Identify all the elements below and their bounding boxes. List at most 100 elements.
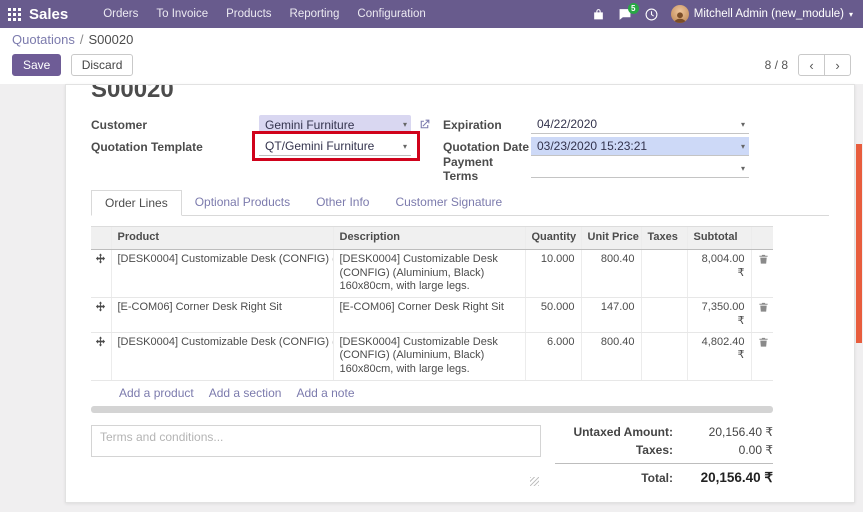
product-column-header[interactable]: Product [111, 227, 333, 250]
activity-clock-icon[interactable] [645, 8, 658, 21]
expiration-field[interactable]: 04/22/2020 ▾ [531, 115, 749, 134]
table-row[interactable]: [DESK0004] Customizable Desk (CONFIG) (A… [91, 249, 773, 297]
quotation-template-value: QT/Gemini Furniture [265, 139, 374, 153]
sheet-footer: Untaxed Amount: 20,156.40 ₹ Taxes: 0.00 … [91, 425, 829, 490]
add-product-link[interactable]: Add a product [119, 386, 194, 400]
quotation-template-field[interactable]: QT/Gemini Furniture ▾ [259, 137, 411, 156]
total-value: 20,156.40 ₹ [685, 470, 773, 486]
quantity-cell[interactable]: 10.000 [525, 249, 581, 297]
list-add-links: Add a product Add a section Add a note [91, 381, 829, 404]
tab-customer-signature[interactable]: Customer Signature [382, 190, 515, 215]
unit-price-column-header[interactable]: Unit Price [581, 227, 641, 250]
order-lines-table: Product Description Quantity Unit Price … [91, 226, 773, 381]
description-cell[interactable]: [DESK0004] Customizable Desk (CONFIG) (A… [333, 332, 525, 380]
pager-count: 8 / 8 [765, 58, 788, 72]
chevron-down-icon: ▾ [741, 164, 745, 173]
subtotal-column-header[interactable]: Subtotal [687, 227, 751, 250]
menu-to-invoice[interactable]: To Invoice [147, 0, 217, 28]
expiration-label: Expiration [443, 118, 531, 132]
terms-input[interactable] [91, 425, 541, 457]
actions-column-header [751, 227, 773, 250]
unit-price-cell[interactable]: 800.40 [581, 332, 641, 380]
taxes-cell[interactable] [641, 332, 687, 380]
chevron-down-icon: ▾ [741, 142, 745, 151]
totals-divider [555, 463, 773, 464]
menu-orders[interactable]: Orders [94, 0, 147, 28]
save-button[interactable]: Save [12, 54, 61, 76]
messages-badge: 5 [628, 3, 639, 14]
app-name[interactable]: Sales [29, 6, 68, 23]
taxes-label: Taxes: [555, 443, 685, 457]
breadcrumb-separator: / [80, 32, 84, 47]
navbar-left: Sales Orders To Invoice Products Reporti… [8, 0, 435, 28]
table-header-row: Product Description Quantity Unit Price … [91, 227, 773, 250]
quantity-cell[interactable]: 6.000 [525, 332, 581, 380]
delete-line-icon[interactable] [758, 304, 769, 316]
chevron-down-icon: ▾ [403, 120, 407, 129]
quotation-date-field[interactable]: 03/23/2020 15:23:21 ▾ [531, 137, 749, 156]
drag-handle-icon[interactable] [95, 303, 106, 315]
add-note-link[interactable]: Add a note [296, 386, 354, 400]
unit-price-cell[interactable]: 800.40 [581, 249, 641, 297]
subtotal-cell: 7,350.00 ₹ [687, 298, 751, 333]
quantity-column-header[interactable]: Quantity [525, 227, 581, 250]
unit-price-cell[interactable]: 147.00 [581, 298, 641, 333]
horizontal-scrollbar[interactable] [91, 406, 773, 413]
chevron-left-icon: ‹ [809, 58, 813, 73]
taxes-value: 0.00 ₹ [685, 443, 773, 457]
navbar-systray: 5 Mitchell Admin (new_module) ▾ [592, 5, 853, 23]
taxes-column-header[interactable]: Taxes [641, 227, 687, 250]
bag-icon[interactable] [592, 8, 605, 21]
chevron-down-icon: ▾ [403, 142, 407, 151]
quotation-date-label: Quotation Date [443, 140, 531, 154]
breadcrumb-current: S00020 [89, 32, 134, 47]
drag-handle-icon[interactable] [95, 338, 106, 350]
subtotal-cell: 4,802.40 ₹ [687, 332, 751, 380]
form-sheet: S00020 Customer Gemini Furniture ▾ Quota… [65, 84, 855, 503]
delete-line-icon[interactable] [758, 256, 769, 268]
handle-column-header [91, 227, 111, 250]
menu-products[interactable]: Products [217, 0, 280, 28]
apps-menu-icon[interactable] [8, 8, 21, 21]
messages-icon[interactable]: 5 [618, 8, 632, 21]
page-title: S00020 [91, 84, 829, 104]
delete-line-icon[interactable] [758, 339, 769, 351]
payment-terms-field[interactable]: ▾ [531, 159, 749, 178]
product-cell[interactable]: [DESK0004] Customizable Desk (CONFIG) (A… [111, 249, 333, 297]
breadcrumb-quotations[interactable]: Quotations [12, 32, 75, 47]
expiration-value: 04/22/2020 [537, 117, 597, 131]
tab-order-lines[interactable]: Order Lines [91, 190, 182, 216]
avatar [671, 5, 689, 23]
product-cell[interactable]: [DESK0004] Customizable Desk (CONFIG) (A… [111, 332, 333, 380]
menu-configuration[interactable]: Configuration [348, 0, 434, 28]
pager-next-button[interactable]: › [824, 54, 851, 76]
untaxed-amount-label: Untaxed Amount: [555, 425, 685, 439]
taxes-cell[interactable] [641, 298, 687, 333]
external-link-icon[interactable] [418, 118, 431, 131]
tab-other-info[interactable]: Other Info [303, 190, 382, 215]
customer-label: Customer [91, 118, 259, 132]
quotation-template-label: Quotation Template [91, 140, 259, 154]
chevron-right-icon: › [835, 58, 839, 73]
breadcrumb: Quotations / S00020 [0, 28, 863, 51]
add-section-link[interactable]: Add a section [209, 386, 282, 400]
form-view: S00020 Customer Gemini Furniture ▾ Quota… [0, 84, 863, 512]
main-menu: Orders To Invoice Products Reporting Con… [94, 0, 435, 28]
user-menu[interactable]: Mitchell Admin (new_module) ▾ [671, 5, 853, 23]
control-buttons: Save Discard [12, 54, 133, 76]
resize-handle[interactable] [530, 477, 539, 486]
tab-optional-products[interactable]: Optional Products [182, 190, 303, 215]
description-cell[interactable]: [DESK0004] Customizable Desk (CONFIG) (A… [333, 249, 525, 297]
quantity-cell[interactable]: 50.000 [525, 298, 581, 333]
description-column-header[interactable]: Description [333, 227, 525, 250]
product-cell[interactable]: [E-COM06] Corner Desk Right Sit [111, 298, 333, 333]
table-row[interactable]: [E-COM06] Corner Desk Right Sit [E-COM06… [91, 298, 773, 333]
menu-reporting[interactable]: Reporting [281, 0, 349, 28]
taxes-cell[interactable] [641, 249, 687, 297]
table-row[interactable]: [DESK0004] Customizable Desk (CONFIG) (A… [91, 332, 773, 380]
pager-previous-button[interactable]: ‹ [798, 54, 825, 76]
drag-handle-icon[interactable] [95, 255, 106, 267]
description-cell[interactable]: [E-COM06] Corner Desk Right Sit [333, 298, 525, 333]
customer-field[interactable]: Gemini Furniture ▾ [259, 115, 411, 134]
discard-button[interactable]: Discard [71, 54, 134, 76]
